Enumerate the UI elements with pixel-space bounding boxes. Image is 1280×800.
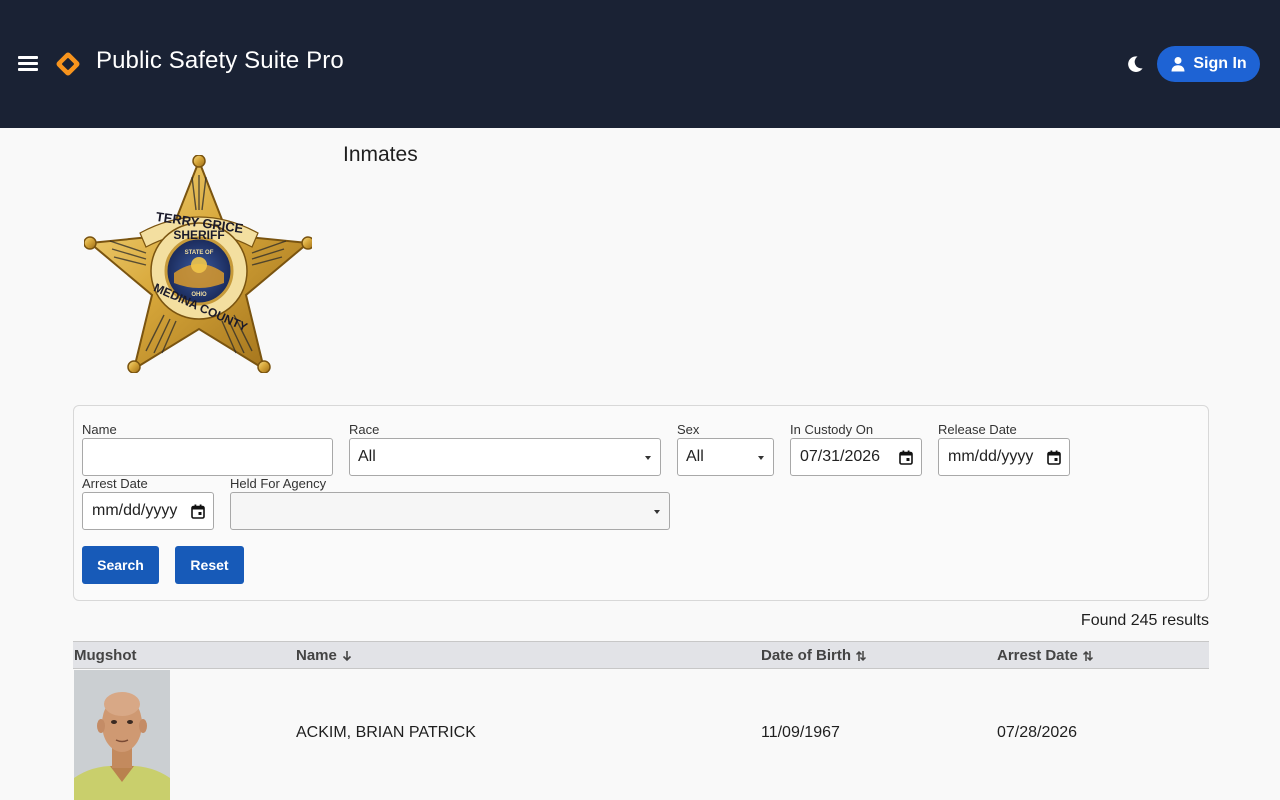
table-header: Mugshot Name Date of Birth Arrest Date [73, 641, 1209, 669]
calendar-icon[interactable] [899, 450, 913, 465]
sign-in-button[interactable]: Sign In [1157, 46, 1260, 82]
name-input[interactable] [82, 438, 333, 476]
column-header-arrest-date[interactable]: Arrest Date [997, 647, 1094, 664]
sign-in-label: Sign In [1193, 55, 1247, 72]
user-icon [1171, 57, 1185, 72]
race-selected-value: All [358, 448, 376, 465]
release-date-label: Release Date [938, 422, 1017, 437]
table-row[interactable]: ACKIM, BRIAN PATRICK 11/09/1967 07/28/20… [73, 669, 1209, 800]
column-header-dob[interactable]: Date of Birth [761, 647, 867, 664]
arrest-date-input[interactable]: mm/dd/yyyy [82, 492, 214, 530]
sex-select[interactable]: All [677, 438, 774, 476]
sex-label: Sex [677, 422, 700, 437]
release-date-value: mm/dd/yyyy [948, 448, 1034, 465]
column-header-name[interactable]: Name [296, 647, 353, 664]
chevron-down-icon [654, 510, 660, 514]
arrest-date-label: Arrest Date [82, 476, 148, 491]
result-count: Found 245 results [1080, 612, 1209, 629]
calendar-icon[interactable] [1047, 450, 1061, 465]
chevron-down-icon [758, 456, 764, 460]
reset-button[interactable]: Reset [175, 546, 244, 584]
column-label: Arrest Date [997, 647, 1078, 664]
sheriff-badge-logo: STATE OF OHIO TERRY GRICE SHERIFF MEDINA… [84, 155, 312, 373]
arrest-date-value: mm/dd/yyyy [92, 502, 178, 519]
sex-selected-value: All [686, 448, 704, 465]
release-date-input[interactable]: mm/dd/yyyy [938, 438, 1070, 476]
race-label: Race [349, 422, 380, 437]
agency-select[interactable] [230, 492, 670, 530]
menu-icon[interactable] [17, 53, 39, 73]
column-label: Name [296, 647, 337, 664]
inmate-dob: 11/09/1967 [761, 724, 840, 741]
page-title: Inmates [343, 143, 418, 166]
chevron-down-icon [645, 456, 651, 460]
app-header: Public Safety Suite Pro Sign In [0, 0, 1280, 128]
badge-seal-top: STATE OF [185, 250, 214, 256]
sort-icon[interactable] [1082, 649, 1094, 663]
mugshot-image[interactable] [74, 670, 170, 800]
app-title[interactable]: Public Safety Suite Pro [96, 47, 344, 75]
inmate-name[interactable]: ACKIM, BRIAN PATRICK [296, 724, 476, 742]
sort-descending-icon[interactable] [341, 649, 353, 663]
calendar-icon[interactable] [191, 504, 205, 519]
name-label: Name [82, 422, 117, 437]
moon-icon[interactable] [1125, 54, 1145, 74]
custody-date-value: 07/31/2026 [800, 448, 881, 465]
custody-date-input[interactable]: 07/31/2026 [790, 438, 922, 476]
column-label: Mugshot [74, 647, 137, 664]
inmate-arrest-date: 07/28/2026 [997, 724, 1078, 741]
search-button[interactable]: Search [82, 546, 159, 584]
sort-icon[interactable] [855, 649, 867, 663]
search-filter-panel: Name Race All Sex All In Custody On 07/3… [73, 405, 1209, 601]
agency-label: Held For Agency [230, 476, 327, 491]
custody-date-label: In Custody On [790, 422, 874, 437]
column-header-mugshot: Mugshot [74, 647, 136, 664]
column-label: Date of Birth [761, 647, 851, 664]
race-select[interactable]: All [349, 438, 661, 476]
badge-text-middle: SHERIFF [173, 228, 224, 242]
brand-logo-icon[interactable] [55, 51, 81, 77]
